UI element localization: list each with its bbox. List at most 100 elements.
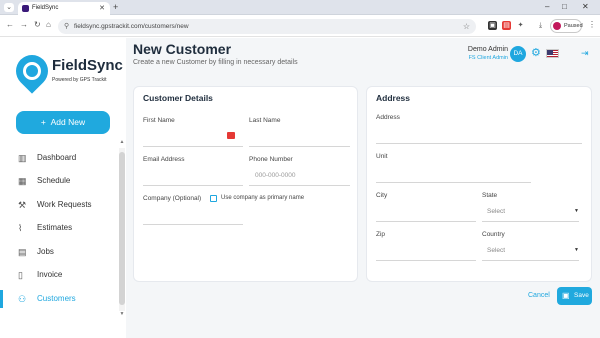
user-role: FS Client Admin: [468, 55, 508, 61]
minimize-icon[interactable]: –: [545, 2, 549, 11]
save-disk-icon: ▣: [562, 291, 570, 300]
save-label: Save: [574, 292, 589, 299]
page-subtitle: Create a new Customer by filling in nece…: [133, 59, 298, 66]
bookmark-star-icon[interactable]: ☆: [463, 19, 470, 34]
browser-menu-icon[interactable]: ⋮: [588, 20, 596, 29]
phone-field[interactable]: 000-000-0000: [255, 172, 295, 179]
customer-details-card: Customer Details First Name Last Name Em…: [133, 86, 358, 282]
site-info-icon[interactable]: ⚲: [64, 19, 69, 34]
first-name-input[interactable]: [143, 146, 243, 147]
address-card: Address Address Unit City State Select ▼…: [366, 86, 592, 282]
address-label: Address: [376, 114, 400, 121]
sidebar-item-jobs[interactable]: ▤ Jobs: [0, 243, 118, 261]
sidebar-item-customers[interactable]: ⚇ Customers: [0, 290, 118, 308]
address-title: Address: [376, 93, 411, 103]
user-info: Demo Admin FS Client Admin: [468, 45, 508, 62]
chevron-down-icon: ▼: [574, 247, 579, 253]
download-icon[interactable]: ⤓: [536, 21, 545, 30]
wrench-icon: ⚒: [18, 200, 27, 210]
unit-label: Unit: [376, 153, 388, 160]
add-new-button[interactable]: + Add New: [16, 111, 110, 134]
sidebar-item-work-requests[interactable]: ⚒ Work Requests: [0, 196, 118, 214]
address-bar[interactable]: ⚲ fieldsync.gpstrackit.com/customers/new…: [58, 19, 476, 34]
close-window-icon[interactable]: ✕: [582, 2, 589, 11]
sidebar-item-label: Customers: [37, 294, 76, 303]
unit-input[interactable]: [376, 182, 531, 183]
cancel-button[interactable]: Cancel: [528, 292, 550, 299]
browser-toolbar: ← → ↻ ⌂ ⚲ fieldsync.gpstrackit.com/custo…: [0, 15, 600, 37]
sidebar-scrollbar[interactable]: ▲ ▼: [119, 138, 125, 318]
scroll-down-icon[interactable]: ▼: [119, 310, 125, 318]
sidebar-item-label: Schedule: [37, 176, 71, 185]
logo-pin-icon: [9, 48, 55, 94]
extension-icon[interactable]: ▣: [488, 21, 497, 30]
gear-icon[interactable]: ⚙: [531, 47, 541, 59]
profile-button[interactable]: Paused: [550, 19, 583, 33]
logo-name: FieldSync: [52, 57, 123, 74]
scroll-up-icon[interactable]: ▲: [119, 138, 125, 146]
phone-field-underline: [249, 185, 350, 186]
address-input[interactable]: [376, 143, 582, 144]
country-select-underline: [482, 260, 579, 261]
company-input[interactable]: [143, 224, 243, 225]
state-label: State: [482, 192, 498, 199]
browser-tab[interactable]: FieldSync ✕: [18, 2, 110, 15]
users-icon: ⚇: [18, 294, 27, 304]
profile-avatar: [553, 22, 561, 30]
state-select[interactable]: Select ▼: [487, 208, 579, 215]
sidebar: FieldSync Powered by GPS Trackit + Add N…: [0, 38, 126, 338]
user-name: Demo Admin: [467, 46, 508, 53]
sidebar-item-dashboard[interactable]: ▥ Dashboard: [0, 149, 118, 167]
us-flag-icon[interactable]: [546, 49, 559, 58]
bar-chart-icon: ▥: [18, 153, 27, 163]
profile-status: Paused: [564, 23, 583, 29]
zip-input[interactable]: [376, 260, 476, 261]
email-label: Email Address: [143, 156, 185, 163]
logo-subtitle: Powered by GPS Trackit: [52, 77, 107, 83]
maximize-icon[interactable]: □: [562, 2, 567, 11]
tab-search-icon[interactable]: ⌄: [4, 3, 14, 12]
home-icon[interactable]: ⌂: [46, 20, 51, 29]
close-tab-icon[interactable]: ✕: [99, 2, 105, 15]
city-input[interactable]: [376, 221, 476, 222]
zip-label: Zip: [376, 231, 386, 238]
sidebar-item-label: Work Requests: [37, 200, 92, 209]
sidebar-item-invoice[interactable]: ▯ Invoice: [0, 266, 118, 284]
paperclip-icon: ⌇: [18, 223, 23, 233]
url-text: fieldsync.gpstrackit.com/customers/new: [74, 23, 189, 30]
sidebar-item-estimates[interactable]: ⌇ Estimates: [0, 219, 118, 237]
customer-details-title: Customer Details: [143, 93, 213, 103]
forward-icon[interactable]: →: [20, 20, 28, 29]
back-icon[interactable]: ←: [6, 20, 14, 29]
phone-label: Phone Number: [249, 156, 293, 163]
sidebar-item-label: Jobs: [37, 247, 54, 256]
extension-red-icon[interactable]: ▤: [502, 21, 511, 30]
use-company-checkbox[interactable]: [210, 195, 217, 202]
save-button[interactable]: ▣ Save: [557, 287, 592, 305]
password-manager-icon[interactable]: [227, 132, 235, 139]
country-select-value: Select: [487, 247, 506, 254]
page-title: New Customer: [133, 41, 232, 57]
avatar[interactable]: DA: [510, 46, 526, 62]
clipboard-icon: ▤: [18, 247, 27, 257]
sidebar-item-schedule[interactable]: ▦ Schedule: [0, 172, 118, 190]
plus-icon: +: [40, 117, 46, 127]
document-icon: ▯: [18, 270, 23, 280]
favicon-icon: [22, 5, 29, 12]
calendar-icon: ▦: [18, 176, 27, 186]
sidebar-item-label: Invoice: [37, 270, 63, 279]
last-name-input[interactable]: [249, 146, 350, 147]
add-new-label: Add New: [50, 117, 86, 127]
extensions-puzzle-icon[interactable]: ✦: [516, 21, 525, 30]
country-select[interactable]: Select ▼: [487, 247, 579, 254]
use-company-label: Use company as primary name: [221, 195, 305, 201]
reload-icon[interactable]: ↻: [34, 20, 41, 29]
state-select-underline: [482, 221, 579, 222]
browser-tab-strip: ⌄ FieldSync ✕ + – □ ✕: [0, 0, 600, 15]
last-name-label: Last Name: [249, 117, 281, 124]
logout-icon[interactable]: ⇥: [581, 48, 589, 59]
new-tab-icon[interactable]: +: [113, 2, 118, 12]
company-label: Company (Optional): [143, 195, 202, 202]
scrollbar-thumb[interactable]: [119, 152, 125, 305]
email-field[interactable]: [143, 185, 243, 186]
